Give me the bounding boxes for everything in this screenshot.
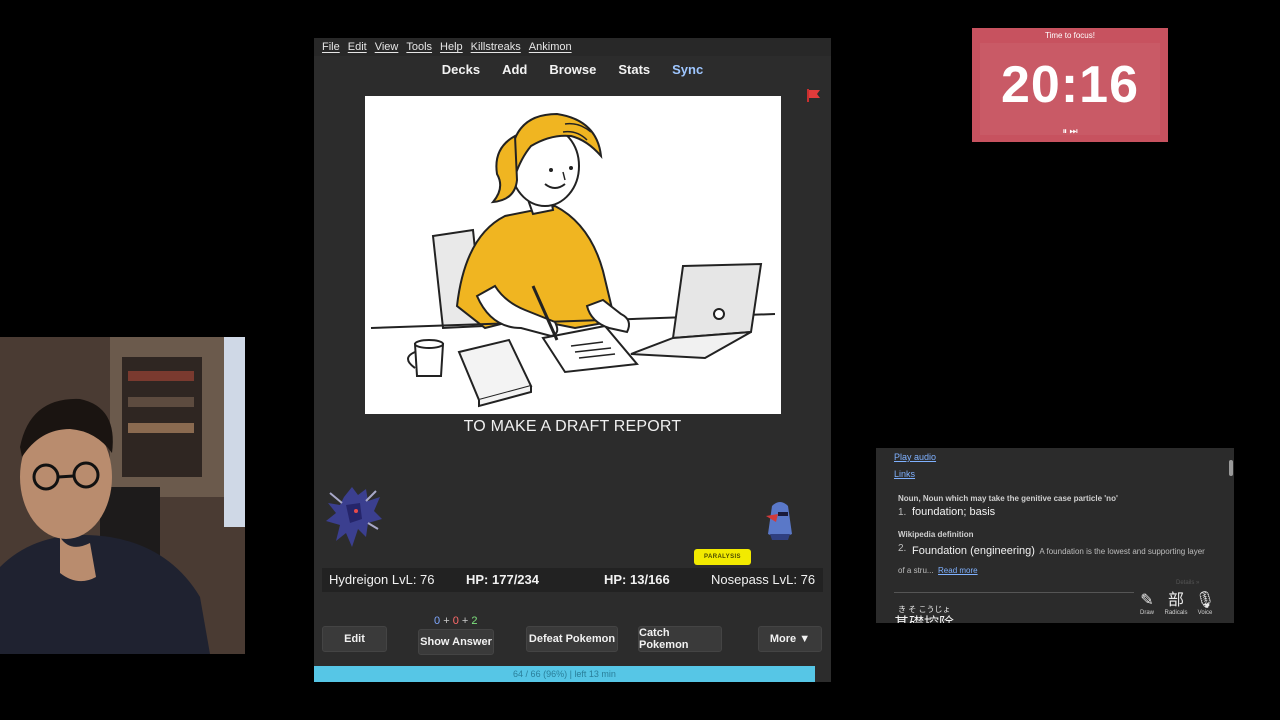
review-progress-bar: 64 / 66 (96%) | left 13 min [314, 666, 815, 682]
radicals-icon: 部 [1167, 592, 1184, 609]
player-pokemon-name: Hydreigon LvL: 76 [329, 572, 435, 587]
play-audio-link[interactable]: Play audio [894, 452, 936, 462]
details-link[interactable]: Details » [1176, 580, 1199, 586]
voice-label: Voice [1197, 610, 1213, 616]
menu-ankimon[interactable]: Ankimon [529, 41, 572, 53]
main-toolbar: Decks Add Browse Stats Sync [314, 56, 831, 82]
show-answer-button[interactable]: Show Answer [418, 629, 494, 655]
defeat-pokemon-button[interactable]: Defeat Pokemon [526, 626, 618, 652]
meaning-2-block: Foundation (engineering) A foundation is… [898, 541, 1208, 579]
toolbar-browse[interactable]: Browse [549, 62, 596, 77]
toolbar-stats[interactable]: Stats [618, 62, 650, 77]
focus-timer: Time to focus! 20:16 ⏸ ⏭ [972, 28, 1168, 142]
toolbar-decks[interactable]: Decks [442, 62, 480, 77]
dictionary-panel: Play audio Links Noun, Noun which may ta… [876, 448, 1234, 623]
meaning-1: foundation; basis [912, 506, 996, 518]
anki-window: File Edit View Tools Help Killstreaks An… [314, 38, 831, 682]
radicals-label: Radicals [1164, 610, 1188, 616]
card-illustration [365, 96, 781, 414]
screen: File Edit View Tools Help Killstreaks An… [0, 0, 1280, 720]
enemy-pokemon-name: Nosepass LvL: 76 [711, 572, 816, 587]
webcam-person-image [0, 337, 245, 654]
dictionary-scroll-thumb[interactable] [1229, 460, 1233, 476]
voice-tool[interactable]: 🎙 Voice [1192, 592, 1218, 616]
draw-icon: ✎ [1140, 592, 1154, 609]
new-count: 0 [434, 615, 441, 627]
more-button[interactable]: More ▼ [758, 626, 822, 652]
links-link[interactable]: Links [894, 469, 915, 479]
timer-label: Time to focus! [1045, 31, 1095, 40]
edit-button[interactable]: Edit [322, 626, 387, 652]
woman-writing-illustration [370, 112, 776, 408]
menu-bar: File Edit View Tools Help Killstreaks An… [314, 38, 831, 56]
webcam-feed [0, 337, 245, 654]
menu-view[interactable]: View [375, 41, 399, 53]
divider [894, 592, 1134, 593]
wikipedia-label: Wikipedia definition [898, 530, 974, 539]
radicals-tool[interactable]: 部 Radicals [1163, 592, 1189, 616]
paralysis-status-badge: PARALYSIS [694, 549, 751, 565]
menu-tools[interactable]: Tools [406, 41, 432, 53]
toolbar-sync[interactable]: Sync [672, 62, 703, 77]
toolbar-add[interactable]: Add [502, 62, 527, 77]
microphone-icon: 🎙 [1194, 592, 1216, 609]
meaning-2: Foundation (engineering) [912, 545, 1035, 557]
menu-help[interactable]: Help [440, 41, 463, 53]
review-count: 2 [471, 615, 478, 627]
learning-count: 0 [452, 615, 459, 627]
meaning-1-number: 1. [898, 507, 907, 518]
headword: 基礎控除 [894, 612, 954, 623]
part-of-speech: Noun, Noun which may take the genitive c… [898, 494, 1118, 503]
player-hp: HP: 177/234 [466, 572, 539, 587]
menu-killstreaks[interactable]: Killstreaks [471, 41, 521, 53]
card-front-text: TO MAKE A DRAFT REPORT [463, 418, 682, 435]
hydreigon-sprite [326, 487, 382, 547]
enemy-hp: HP: 13/166 [604, 572, 670, 587]
menu-edit[interactable]: Edit [348, 41, 367, 53]
plus-separator-1: + [443, 615, 450, 627]
card-counts: 0 + 0 + 2 [434, 615, 478, 627]
catch-pokemon-button[interactable]: Catch Pokemon [638, 626, 722, 652]
draw-tool[interactable]: ✎ Draw [1134, 592, 1160, 616]
timer-time: 20:16 [1001, 56, 1139, 114]
flag-icon[interactable] [807, 89, 821, 102]
timer-pause-skip-controls[interactable]: ⏸ ⏭ [972, 126, 1168, 137]
battle-status-bar: Hydreigon LvL: 76 HP: 177/234 HP: 13/166… [322, 568, 823, 592]
nosepass-sprite [766, 502, 792, 540]
menu-file[interactable]: File [322, 41, 340, 53]
draw-label: Draw [1139, 610, 1154, 616]
read-more-link[interactable]: Read more [938, 566, 978, 575]
plus-separator-2: + [461, 615, 469, 627]
